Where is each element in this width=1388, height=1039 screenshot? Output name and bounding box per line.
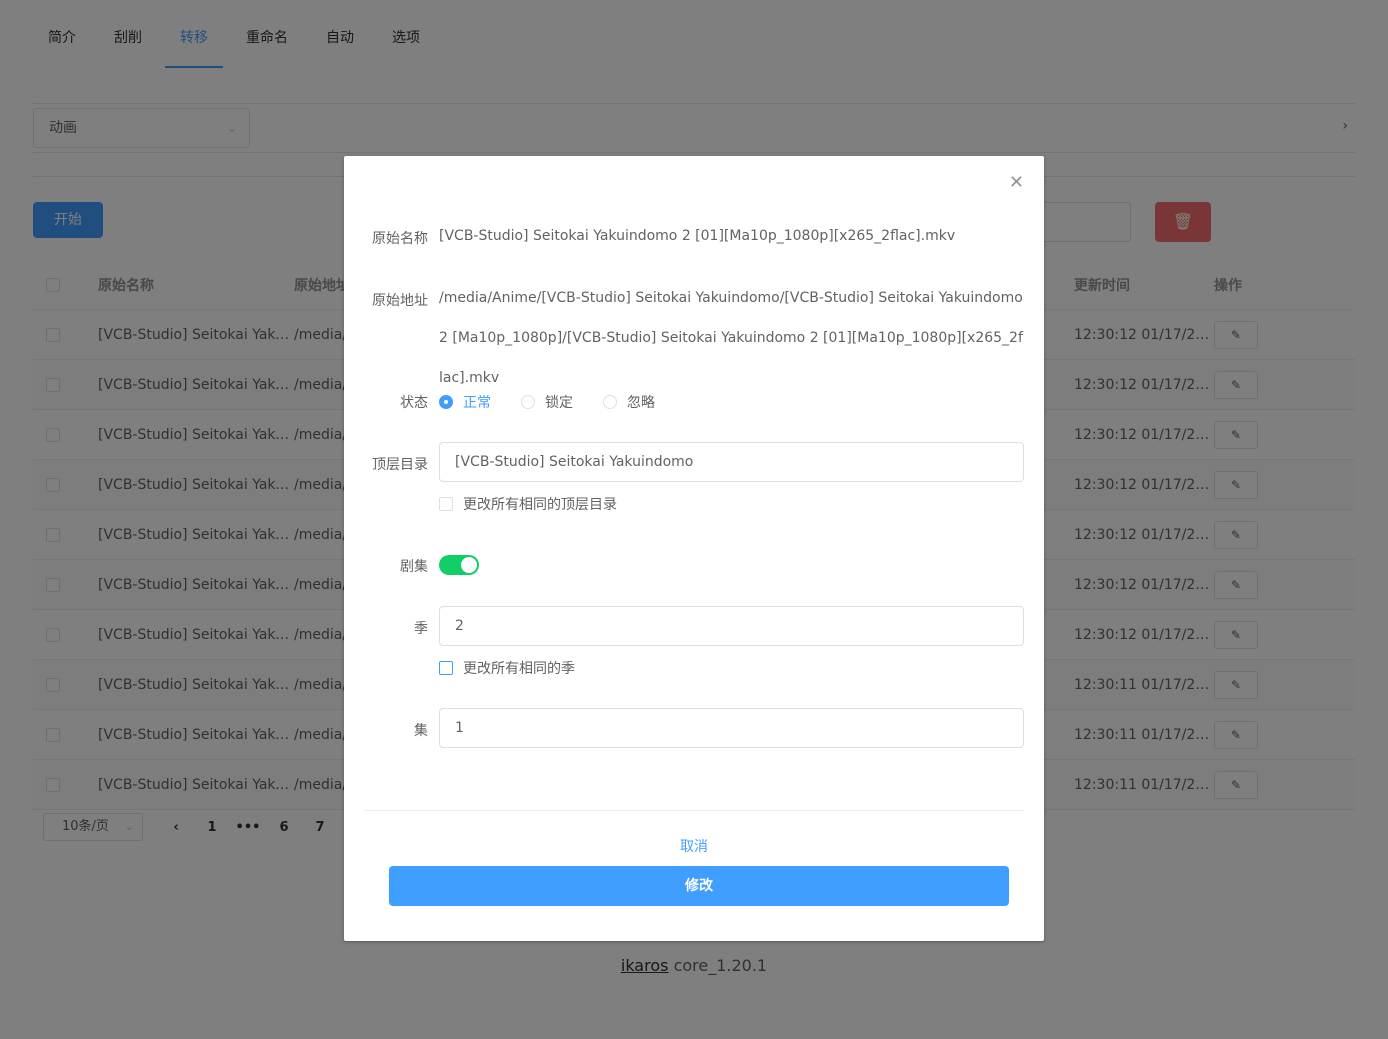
season-checkbox[interactable] [439,661,453,675]
dialog-divider [364,810,1024,811]
episode-input[interactable]: 1 [439,708,1024,748]
original-path-value: /media/Anime/[VCB-Studio] Seitokai Yakui… [439,290,1023,386]
episodes-switch[interactable] [439,555,479,575]
season-checkbox-row[interactable]: 更改所有相同的季 [439,658,575,678]
season-label: 季 [414,621,428,637]
top-dir-checkbox-label: 更改所有相同的顶层目录 [463,497,617,513]
top-dir-input[interactable]: [VCB-Studio] Seitokai Yakuindomo [439,442,1024,482]
season-input[interactable]: 2 [439,606,1024,646]
submit-button[interactable]: 修改 [389,866,1009,906]
status-radio-group: 正常 锁定 忽略 [439,392,685,412]
original-name-value: [VCB-Studio] Seitokai Yakuindomo 2 [01][… [439,228,956,244]
season-checkbox-label: 更改所有相同的季 [463,661,575,677]
original-name-label: 原始名称 [372,231,428,247]
episodes-label: 剧集 [400,559,428,575]
status-locked-radio[interactable]: 锁定 [521,392,573,412]
status-ignore-radio[interactable]: 忽略 [603,392,655,412]
edit-dialog: ✕ 原始名称 [VCB-Studio] Seitokai Yakuindomo … [344,156,1044,941]
original-path-label: 原始地址 [372,293,428,309]
top-dir-label: 顶层目录 [372,457,428,473]
cancel-button[interactable]: 取消 [344,836,1044,856]
close-icon[interactable]: ✕ [1009,174,1024,192]
episode-label: 集 [414,723,428,739]
status-label: 状态 [400,395,428,411]
top-dir-checkbox-row[interactable]: 更改所有相同的顶层目录 [439,494,617,514]
top-dir-checkbox[interactable] [439,497,453,511]
status-normal-radio[interactable]: 正常 [439,392,491,412]
